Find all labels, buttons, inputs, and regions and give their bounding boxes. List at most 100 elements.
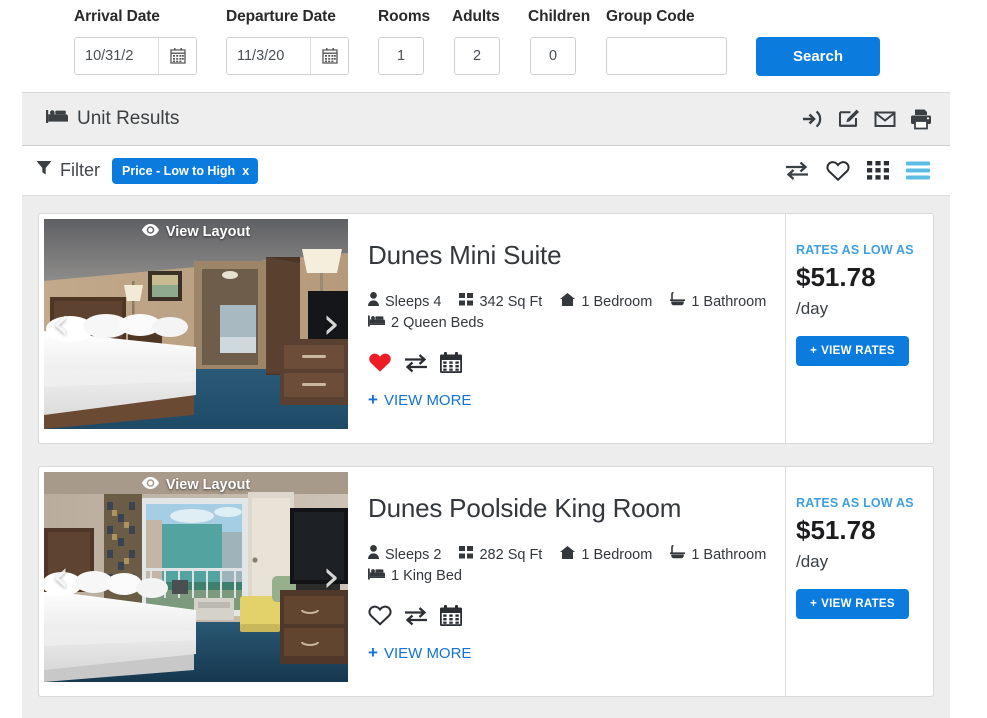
page-root: Arrival Date Departure Date Rooms Adults…: [0, 0, 987, 718]
spec-bedrooms: 1 Bedroom: [560, 292, 652, 313]
plus-icon: +: [368, 390, 378, 409]
envelope-icon[interactable]: [874, 108, 896, 130]
unit-action-icons: [368, 352, 785, 373]
compare-icon[interactable]: [785, 161, 809, 181]
filter-chip-label: Price - Low to High: [122, 163, 236, 178]
compare-icon[interactable]: [404, 353, 428, 373]
unit-results-bar: Unit Results: [22, 93, 950, 146]
favorite-heart-icon[interactable]: [368, 352, 392, 373]
unit-photo[interactable]: View Layout ‹ ›: [44, 472, 348, 682]
view-rates-label: VIEW RATES: [821, 598, 895, 610]
plus-icon: +: [810, 345, 818, 357]
results-actions: [802, 108, 932, 130]
unit-action-icons: [368, 605, 785, 626]
unit-price: $51.78: [796, 515, 876, 545]
sign-in-icon[interactable]: [802, 108, 824, 130]
label-arrival-date: Arrival Date: [74, 8, 160, 25]
unit-price: $51.78: [796, 262, 876, 292]
search-panel: Arrival Date Departure Date Rooms Adults…: [22, 0, 950, 93]
spec-bathrooms-text: 1 Bathroom: [691, 547, 767, 563]
spec-sleeps-text: Sleeps 2: [385, 547, 442, 563]
unit-specs: Sleeps 2 282 Sq Ft 1 Bedroom 1 Bathroom …: [368, 545, 785, 587]
view-layout-label: View Layout: [165, 224, 251, 240]
unit-photo[interactable]: View Layout ‹ ›: [44, 219, 348, 429]
unit-price-period: /day: [796, 299, 829, 318]
search-button[interactable]: Search: [756, 37, 880, 76]
photo-prev-arrow[interactable]: ‹: [52, 555, 70, 599]
unit-name: Dunes Poolside King Room: [368, 493, 682, 523]
children-input[interactable]: 0: [530, 37, 576, 75]
rooms-input[interactable]: 1: [378, 37, 424, 75]
spec-beds-text: 1 King Bed: [391, 568, 462, 584]
view-rates-button[interactable]: + VIEW RATES: [796, 589, 909, 619]
spec-bedrooms-text: 1 Bedroom: [581, 294, 653, 310]
spec-size: 342 Sq Ft: [459, 292, 542, 313]
view-rates-button[interactable]: + VIEW RATES: [796, 336, 909, 366]
squares-icon: [459, 292, 474, 313]
departure-date-input[interactable]: 11/3/20: [227, 38, 310, 74]
label-adults: Adults: [452, 8, 500, 25]
photo-prev-arrow[interactable]: ‹: [52, 302, 70, 346]
photo-next-arrow[interactable]: ›: [322, 302, 340, 346]
unit-info: Dunes Poolside King Room Sleeps 2 282 Sq…: [348, 467, 785, 696]
favorite-heart-icon[interactable]: [368, 605, 392, 626]
heart-icon[interactable]: [826, 160, 850, 181]
rooms-field[interactable]: 1: [378, 37, 424, 75]
unit-specs: Sleeps 4 342 Sq Ft 1 Bedroom 1 Bathroom …: [368, 292, 785, 334]
spec-size-text: 282 Sq Ft: [479, 547, 543, 563]
unit-results-title-wrap: Unit Results: [46, 108, 179, 130]
spec-bathrooms: 1 Bathroom: [670, 545, 766, 566]
photo-next-arrow[interactable]: ›: [322, 555, 340, 599]
list-view-icon[interactable]: [906, 161, 930, 181]
compare-icon[interactable]: [404, 606, 428, 626]
spec-sleeps: Sleeps 4: [368, 292, 441, 313]
home-icon: [560, 292, 576, 313]
search-button-wrap: Search: [756, 37, 880, 76]
grid-view-icon[interactable]: [867, 161, 889, 181]
children-field[interactable]: 0: [530, 37, 576, 75]
view-more-button[interactable]: + VIEW MORE: [368, 643, 471, 663]
rates-as-low-as-label: RATES AS LOW AS: [796, 496, 914, 510]
filter-chip-price-sort[interactable]: Price - Low to High x: [112, 157, 259, 184]
calendar-icon[interactable]: [440, 352, 462, 373]
plus-icon: +: [810, 598, 818, 610]
view-layout-overlay[interactable]: View Layout: [44, 472, 348, 498]
spec-bathrooms: 1 Bathroom: [670, 292, 766, 313]
adults-input[interactable]: 2: [454, 37, 500, 75]
group-code-input[interactable]: [606, 37, 727, 75]
view-more-button[interactable]: + VIEW MORE: [368, 390, 471, 410]
filter-chip-remove-icon[interactable]: x: [242, 164, 249, 178]
label-rooms: Rooms: [378, 8, 431, 25]
eye-icon: [141, 224, 159, 240]
unit-info: Dunes Mini Suite Sleeps 4 342 Sq Ft 1 Be…: [348, 214, 785, 443]
arrival-calendar-icon[interactable]: [158, 38, 196, 74]
bed-icon: [368, 313, 385, 334]
unit-card: View Layout ‹ › Dunes Poolside King Room…: [38, 466, 934, 697]
spec-beds-text: 2 Queen Beds: [391, 315, 484, 331]
print-icon[interactable]: [910, 108, 932, 130]
spec-sleeps: Sleeps 2: [368, 545, 441, 566]
arrival-date-field[interactable]: 10/31/2: [74, 37, 197, 75]
person-icon: [368, 545, 379, 566]
unit-results-list: View Layout ‹ › Dunes Mini Suite Sleeps …: [22, 196, 950, 718]
departure-date-field[interactable]: 11/3/20: [226, 37, 349, 75]
plus-icon: +: [368, 643, 378, 662]
view-layout-overlay[interactable]: View Layout: [44, 219, 348, 245]
departure-calendar-icon[interactable]: [310, 38, 348, 74]
view-rates-label: VIEW RATES: [821, 345, 895, 357]
home-icon: [560, 545, 576, 566]
filter-bar: Filter Price - Low to High x: [22, 146, 950, 196]
adults-field[interactable]: 2: [454, 37, 500, 75]
view-layout-label: View Layout: [165, 477, 251, 493]
spec-beds: 1 King Bed: [368, 566, 462, 587]
view-mode-icons: [785, 160, 930, 181]
group-code-field[interactable]: [606, 37, 727, 75]
spec-bedrooms-text: 1 Bedroom: [581, 547, 653, 563]
rates-as-low-as-label: RATES AS LOW AS: [796, 243, 914, 257]
unit-name: Dunes Mini Suite: [368, 240, 562, 270]
filter-toggle[interactable]: Filter: [36, 160, 100, 181]
arrival-date-input[interactable]: 10/31/2: [75, 38, 158, 74]
edit-icon[interactable]: [838, 108, 860, 130]
calendar-icon[interactable]: [440, 605, 462, 626]
bed-icon: [46, 108, 68, 130]
